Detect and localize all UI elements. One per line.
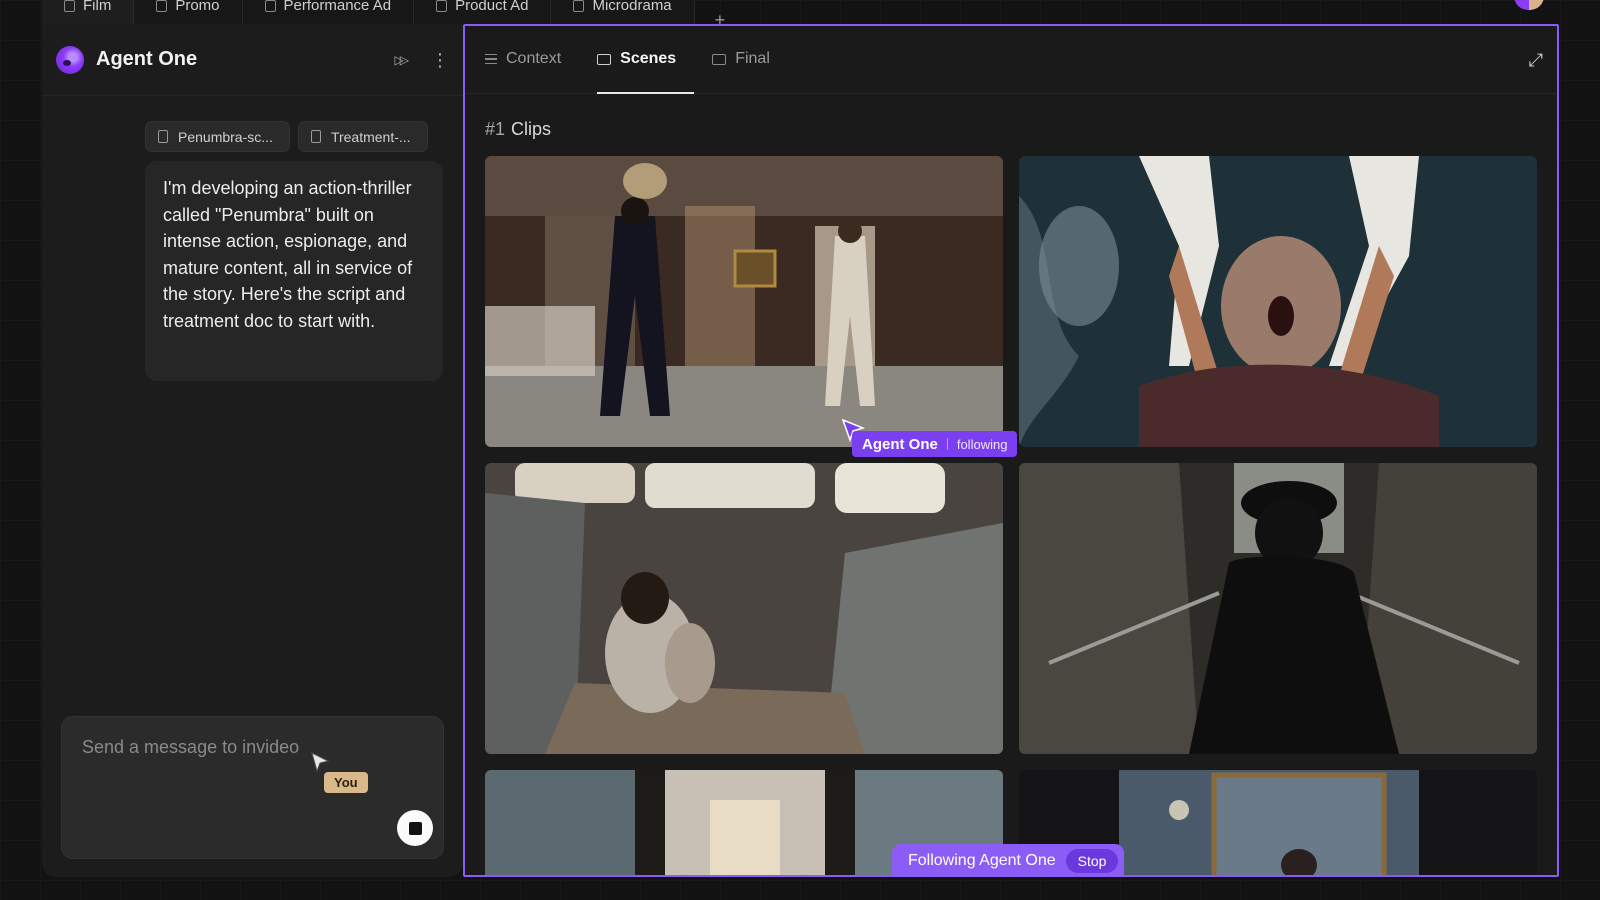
doc-icon xyxy=(64,0,75,12)
top-tab-microdrama[interactable]: Microdrama xyxy=(551,0,695,24)
stop-icon xyxy=(408,821,422,835)
you-cursor-label: You xyxy=(324,772,368,793)
user-cursor-icon xyxy=(311,752,330,773)
clip-thumbnail[interactable] xyxy=(485,463,1003,754)
list-icon xyxy=(485,54,497,64)
top-tab-film[interactable]: Film xyxy=(42,0,135,24)
doc-icon xyxy=(573,0,585,12)
user-message: I'm developing an action-thriller called… xyxy=(145,161,443,381)
section-title: #1 Clips xyxy=(485,119,552,139)
document-icon xyxy=(310,130,321,143)
agent-logo-icon xyxy=(56,45,84,74)
clip-thumbnail[interactable] xyxy=(485,156,1003,447)
doc-icon xyxy=(156,0,168,12)
more-options-icon[interactable]: ⋮ xyxy=(431,51,449,69)
clip-thumbnail[interactable] xyxy=(1019,463,1537,754)
stop-following-button[interactable]: Stop xyxy=(1065,849,1119,873)
project-type-tabs: Film Promo Performance Ad Product Ad Mic… xyxy=(42,0,1562,29)
document-icon xyxy=(158,130,168,143)
doc-icon xyxy=(264,0,276,12)
divider xyxy=(946,438,948,450)
stop-generation-button[interactable] xyxy=(397,810,433,846)
folder-icon xyxy=(712,53,727,65)
workspace-tabs: Context Scenes Final xyxy=(465,26,1557,94)
message-input[interactable] xyxy=(82,737,322,758)
agent-header: Agent One ▷▷ ⋮ xyxy=(42,24,463,96)
clips-grid xyxy=(485,156,1537,875)
scenes-workspace: Context Scenes Final ⤢ #1 Clips Agent On… xyxy=(463,24,1559,877)
following-banner: Following Agent One Stop xyxy=(892,844,1125,875)
top-tab-promo[interactable]: Promo xyxy=(134,0,243,24)
tab-final[interactable]: Final xyxy=(712,26,788,93)
agent-chat-panel: Agent One ▷▷ ⋮ Penumbra-sc... Treatment-… xyxy=(42,24,463,877)
attachment-list: Penumbra-sc... Treatment-... xyxy=(145,121,428,152)
add-tab-button[interactable]: + xyxy=(695,11,746,29)
tab-context[interactable]: Context xyxy=(485,26,579,93)
attachment-chip[interactable]: Penumbra-sc... xyxy=(145,121,290,152)
clip-thumbnail[interactable] xyxy=(1019,156,1537,447)
folder-icon xyxy=(597,53,612,65)
agent-cursor-label: Agent One following xyxy=(852,431,1018,457)
agent-name: Agent One xyxy=(96,48,198,70)
top-tab-product-ad[interactable]: Product Ad xyxy=(414,0,552,24)
attachment-chip[interactable]: Treatment-... xyxy=(297,121,428,152)
fast-forward-icon[interactable]: ▷▷ xyxy=(395,53,410,67)
tab-scenes[interactable]: Scenes xyxy=(597,26,695,94)
top-tab-performance-ad[interactable]: Performance Ad xyxy=(242,0,415,24)
message-composer: You xyxy=(61,716,444,859)
expand-icon[interactable]: ⤢ xyxy=(1529,50,1543,71)
doc-icon xyxy=(436,0,448,12)
